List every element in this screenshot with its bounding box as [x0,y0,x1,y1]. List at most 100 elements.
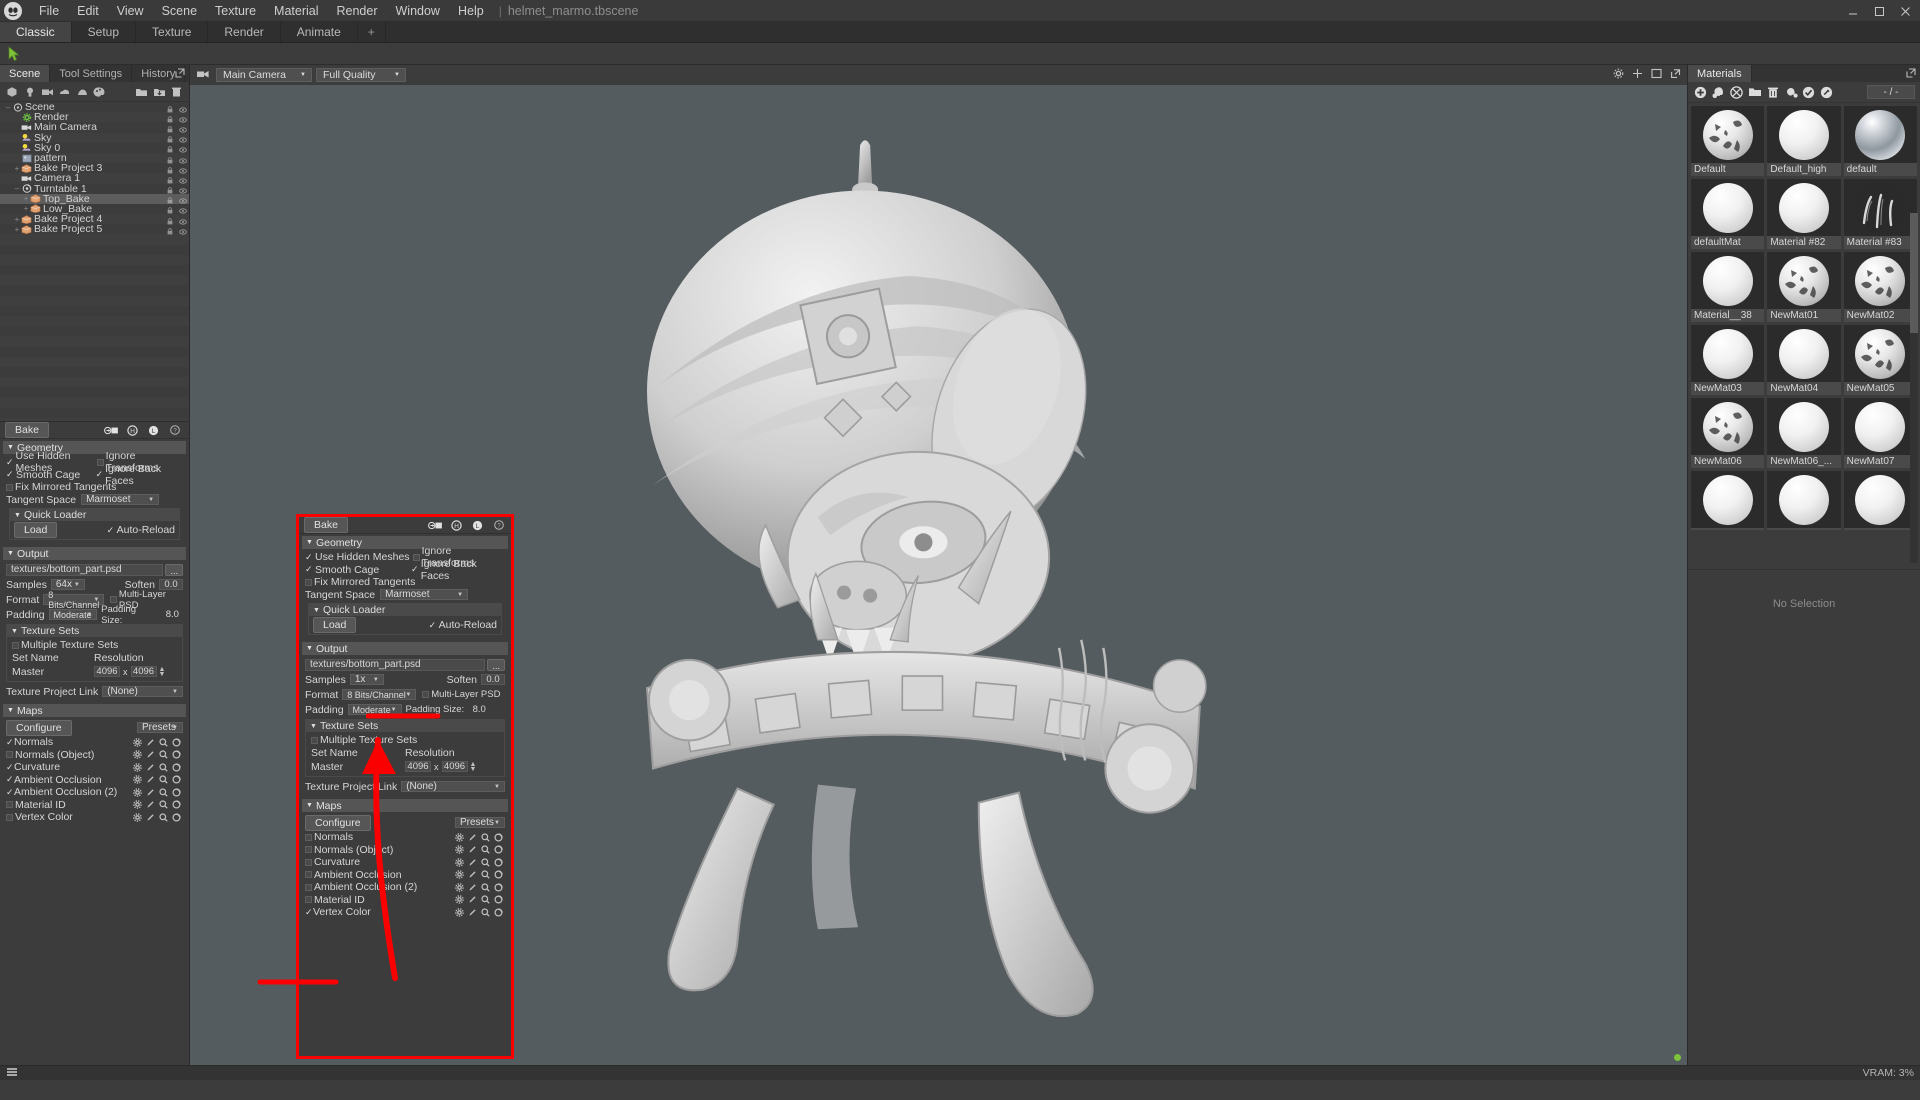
float-maps-header[interactable]: ▼ Maps [302,799,508,812]
outliner-item-main-camera[interactable]: Main Camera [0,122,189,132]
outliner-item-sky[interactable]: Sky [0,133,189,143]
float-soften-value-field[interactable]: 0.0 [481,674,505,685]
add-layout-tab-button[interactable]: + [358,22,386,42]
eyedropper-icon[interactable] [172,813,181,822]
outliner-item-top-bake[interactable]: +Top_Bake [0,194,189,204]
assign-icon[interactable] [1783,85,1798,100]
light-icon[interactable] [23,84,38,99]
visibility-icon[interactable] [179,216,186,223]
float-checkbox-use-hidden-meshes[interactable]: ✓ Use Hidden Meshes [305,551,413,563]
check-icon[interactable] [1801,85,1816,100]
eyedropper-icon[interactable] [172,788,181,797]
visibility-icon[interactable] [179,114,186,121]
low-poly-icon[interactable]: L [470,518,485,533]
minimize-icon[interactable] [1840,0,1866,22]
tab-setup[interactable]: Setup [72,22,136,42]
clear-icon[interactable] [1729,85,1744,100]
lock-icon[interactable] [167,175,173,182]
tab-materials[interactable]: Materials [1688,65,1752,82]
menu-help[interactable]: Help [449,0,493,22]
checkbox-multiple-texture-sets[interactable]: Multiple Texture Sets [12,639,118,651]
map-row-vertex-color[interactable]: Vertex Color [6,811,183,824]
material-cell[interactable] [1844,471,1917,530]
visibility-icon[interactable] [179,185,186,192]
pencil-icon[interactable] [146,750,155,759]
eyedropper-icon[interactable] [494,908,503,917]
eyedropper-icon[interactable] [494,883,503,892]
eyedropper-icon[interactable] [172,763,181,772]
checkbox-auto-reload[interactable]: ✓ Auto-Reload [107,524,175,536]
float-padding-size-field[interactable]: 8.0 [468,704,490,715]
float-presets-dropdown[interactable]: Presets ▼ [455,817,505,828]
master-height-field[interactable]: 4096 [131,666,157,677]
float-checkbox-smooth-cage[interactable]: ✓ Smooth Cage [305,564,411,576]
padding-dropdown[interactable]: Moderate ▼ [49,609,98,620]
folder-icon[interactable] [1747,85,1762,100]
visibility-icon[interactable] [179,155,186,162]
gear-icon[interactable] [455,858,464,867]
lock-icon[interactable] [167,226,173,233]
trash-icon[interactable] [169,84,184,99]
menu-edit[interactable]: Edit [68,0,108,22]
output-path-field[interactable]: textures/bottom_part.psd [6,564,163,576]
menu-view[interactable]: View [108,0,153,22]
camera-dropdown[interactable]: Main Camera ▼ [216,68,312,82]
map-row-curvature[interactable]: Curvature [305,856,505,869]
pencil-icon[interactable] [146,738,155,747]
lock-icon[interactable] [167,205,173,212]
float-tangent-space-dropdown[interactable]: Marmoset ▼ [380,589,468,600]
resolution-stepper[interactable]: ▲▼ [159,667,166,677]
map-row-ambient-occlusion-2-[interactable]: Ambient Occlusion (2) [305,881,505,894]
material-cell[interactable]: Material #83 [1844,179,1917,249]
lock-icon[interactable] [167,216,173,223]
expand-icon[interactable]: + [13,225,21,234]
expand-icon[interactable]: + [22,204,30,213]
material-cell[interactable]: NewMat06 [1691,398,1764,468]
preview-icon[interactable] [481,883,490,892]
float-output-path-field[interactable]: textures/bottom_part.psd [305,659,485,671]
configure-button[interactable]: Configure [6,720,72,736]
checkbox-smooth-cage[interactable]: ✓ Smooth Cage [6,469,96,481]
maximize-icon[interactable] [1866,0,1892,22]
float-checkbox-multiple-texture-sets[interactable]: Multiple Texture Sets [311,734,417,746]
bake-mesh-icon[interactable] [104,423,119,438]
eyedropper-icon[interactable] [172,750,181,759]
help-icon[interactable]: ? [167,423,182,438]
eyedropper-icon[interactable] [172,800,181,809]
bake-mesh-icon[interactable] [428,518,443,533]
gear-icon[interactable] [455,870,464,879]
float-output-header[interactable]: ▼ Output [302,642,508,655]
float-master-width-field[interactable]: 4096 [405,761,431,772]
pencil-icon[interactable] [468,858,477,867]
map-row-material-id[interactable]: Material ID [305,894,505,907]
map-row-ambient-occlusion[interactable]: ✓Ambient Occlusion [6,774,183,787]
preview-icon[interactable] [159,738,168,747]
gear-icon[interactable] [133,800,142,809]
material-icon[interactable] [93,84,108,99]
layers-icon[interactable] [6,1067,18,1080]
tab-scene[interactable]: Scene [0,65,50,82]
trash-icon[interactable] [1765,85,1780,100]
popout-icon[interactable] [1670,68,1681,82]
lock-icon[interactable] [167,155,173,162]
help-icon[interactable]: ? [491,518,506,533]
menu-window[interactable]: Window [387,0,449,22]
lock-icon[interactable] [167,195,173,202]
gear-icon[interactable] [133,738,142,747]
float-texture-project-link-dropdown[interactable]: (None) ▼ [401,781,505,792]
high-poly-icon[interactable]: H [125,423,140,438]
pencil-icon[interactable] [468,833,477,842]
lock-icon[interactable] [167,165,173,172]
map-row-ambient-occlusion-2-[interactable]: ✓Ambient Occlusion (2) [6,786,183,799]
outliner-item-turntable-1[interactable]: –Turntable 1 [0,184,189,194]
map-row-normals[interactable]: Normals [305,831,505,844]
preview-icon[interactable] [481,845,490,854]
eyedropper-icon[interactable] [494,870,503,879]
eyedropper-icon[interactable] [172,775,181,784]
float-texture-sets-header[interactable]: ▼ Texture Sets [306,720,504,732]
expand-icon[interactable]: + [13,164,21,173]
float-quick-loader-header[interactable]: ▼ Quick Loader [309,604,501,616]
float-master-height-field[interactable]: 4096 [442,761,468,772]
lock-icon[interactable] [167,185,173,192]
lock-icon[interactable] [167,124,173,131]
